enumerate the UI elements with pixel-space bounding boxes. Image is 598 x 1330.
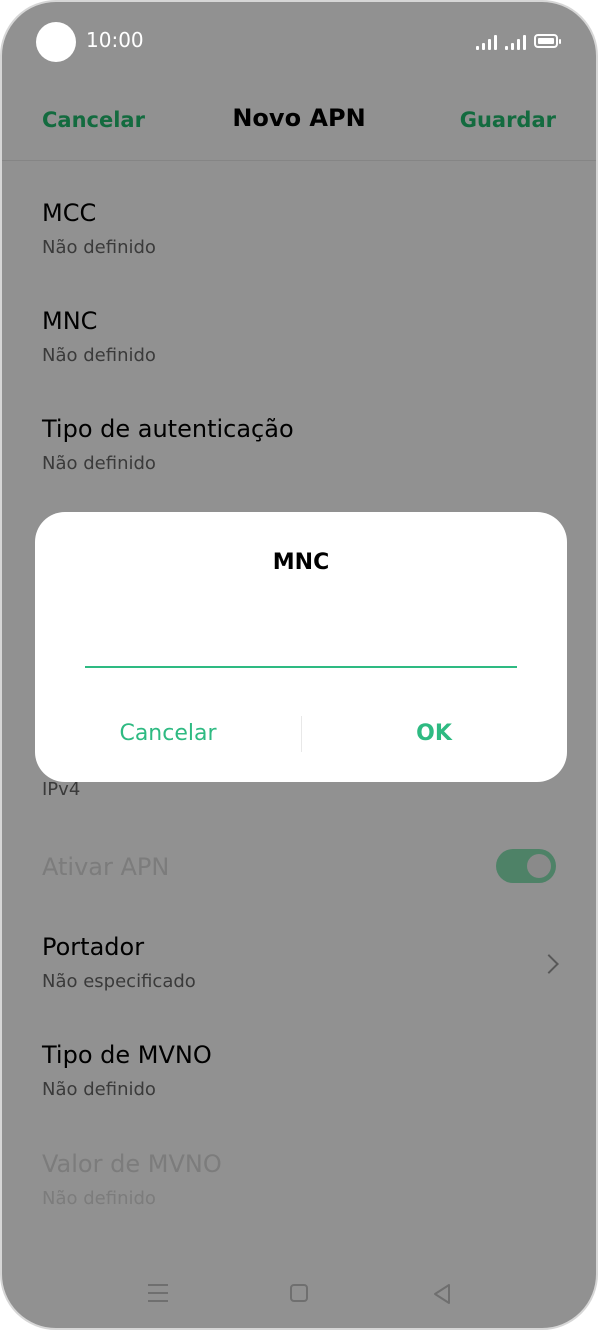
toggle-knob [527, 854, 551, 878]
dialog-cancel-button[interactable]: Cancelar [35, 710, 301, 758]
item-value: Não especificado [42, 971, 196, 992]
item-title: MNC [42, 307, 98, 335]
item-title: MCC [42, 199, 97, 227]
list-item-mnc[interactable]: MNC Não definido [42, 306, 556, 368]
enable-apn-toggle[interactable] [496, 849, 556, 883]
item-value: Não definido [42, 1079, 156, 1100]
app-header: Cancelar Novo APN Guardar [2, 90, 596, 152]
list-item-auth-type[interactable]: Tipo de autenticação Não definido [42, 414, 556, 476]
list-item-mvno-value: Valor de MVNO Não definido [42, 1149, 556, 1211]
battery-icon [534, 34, 561, 48]
mnc-input[interactable] [85, 622, 517, 668]
item-title: Portador [42, 933, 145, 961]
mnc-dialog: MNC Cancelar OK [35, 512, 567, 782]
item-value: Não definido [42, 1188, 156, 1209]
item-title: Tipo de MVNO [42, 1041, 212, 1069]
menu-icon[interactable] [148, 1284, 168, 1302]
status-time: 10:00 [86, 28, 144, 52]
list-item-mvno-type[interactable]: Tipo de MVNO Não definido [42, 1040, 556, 1102]
dialog-title: MNC [272, 550, 330, 575]
camera-cutout [36, 22, 76, 62]
back-icon[interactable] [430, 1282, 454, 1306]
phone-screen: 10:00 Cancelar Novo APN Guardar MCC Não … [0, 0, 598, 1330]
list-item-bearer[interactable]: Portador Não especificado [42, 932, 556, 994]
item-title: Valor de MVNO [42, 1150, 222, 1178]
signal-icon [505, 32, 526, 50]
header-divider [2, 160, 596, 161]
signal-icon [476, 32, 497, 50]
home-icon[interactable] [290, 1284, 308, 1302]
dialog-buttons: Cancelar OK [35, 710, 567, 758]
list-item-enable-apn: Ativar APN [42, 852, 556, 882]
dialog-ok-button[interactable]: OK [301, 710, 567, 758]
status-bar: 10:00 [2, 2, 596, 82]
item-value: Não definido [42, 453, 156, 474]
list-item-mcc[interactable]: MCC Não definido [42, 198, 556, 260]
item-title: Tipo de autenticação [42, 415, 294, 443]
header-save-button[interactable]: Guardar [460, 108, 556, 132]
item-value: Não definido [42, 237, 156, 258]
item-value: Não definido [42, 345, 156, 366]
status-icons [476, 30, 561, 50]
item-title: Ativar APN [42, 853, 170, 881]
navigation-bar [2, 1272, 596, 1316]
